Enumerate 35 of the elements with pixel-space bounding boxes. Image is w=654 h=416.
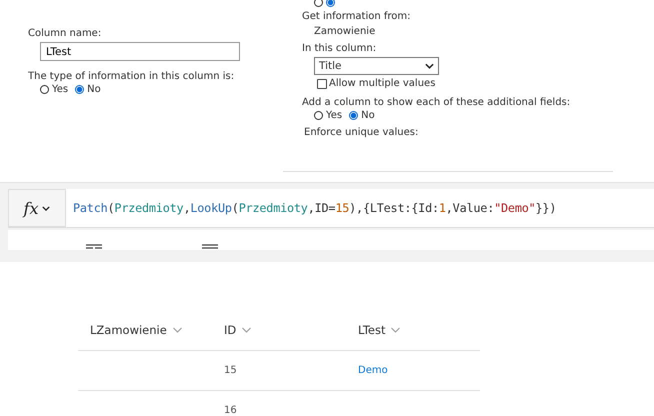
chevron-down-icon: [241, 327, 252, 333]
radio-button[interactable]: [326, 0, 335, 7]
field-label: In this column:: [302, 43, 378, 54]
lines-icon[interactable]: [202, 244, 218, 250]
radio-button[interactable]: [349, 111, 358, 120]
formula-field[interactable]: Patch(Przedmioty,LookUp(Przedmioty,ID=15),{LTest:{Id:1,Value:"Demo"}}): [66, 201, 556, 215]
radio-button[interactable]: [314, 111, 323, 120]
radio-button[interactable]: [314, 0, 323, 7]
radio-label[interactable]: No: [87, 84, 101, 95]
field-label: Get information from:: [302, 11, 412, 22]
radio-label[interactable]: Yes: [52, 84, 68, 95]
radio-label[interactable]: Yes: [326, 110, 342, 121]
column-dropdown[interactable]: Title: [314, 57, 439, 75]
field-label: Column name:: [28, 28, 102, 39]
radio-button[interactable]: [75, 85, 84, 94]
function-button[interactable]: fx: [8, 189, 66, 227]
link[interactable]: Demo: [358, 365, 388, 376]
column-header[interactable]: LZamowienie: [78, 323, 212, 337]
checkbox[interactable]: [317, 78, 327, 88]
field-label: Enforce unique values:: [303, 127, 420, 138]
column-header[interactable]: LTest: [346, 323, 480, 337]
chevron-down-icon: [390, 327, 402, 333]
chevron-down-icon: [425, 63, 434, 69]
table-cell: 15: [224, 365, 237, 376]
table-cell: 16: [224, 405, 237, 416]
radio-button[interactable]: [40, 85, 49, 94]
column-header[interactable]: ID: [212, 323, 346, 337]
field-label: Add a column to show each of these additional fields:: [302, 97, 572, 108]
source-list-name: Zamowienie: [314, 26, 376, 37]
chevron-down-icon: [42, 206, 50, 210]
field-label: The type of information in this column is:: [28, 71, 236, 82]
chevron-down-icon: [172, 327, 183, 333]
radio-label[interactable]: No: [361, 110, 375, 121]
column-name-field[interactable]: LTest: [40, 42, 240, 61]
checkbox-label[interactable]: Allow multiple values: [329, 78, 436, 89]
